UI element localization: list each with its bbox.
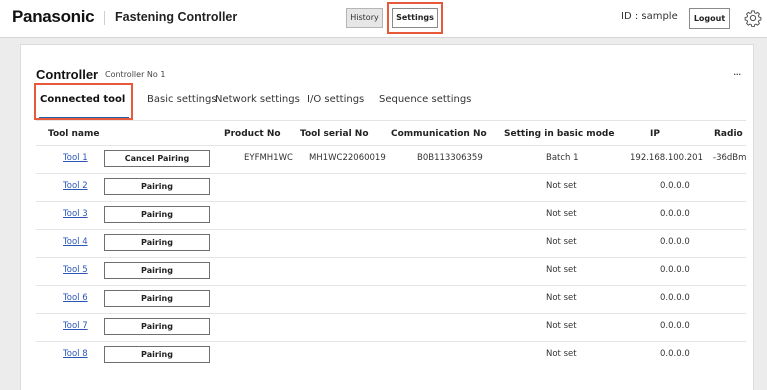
col-ip: IP xyxy=(650,129,660,139)
basic-mode-cell: Batch 1 xyxy=(546,153,579,163)
tool-link[interactable]: Tool 1 xyxy=(63,153,88,163)
ip-cell: 0.0.0.0 xyxy=(660,181,690,191)
pairing-button[interactable]: Pairing xyxy=(104,318,210,335)
tab-network-settings[interactable]: Network settings xyxy=(215,94,300,105)
product-no-cell: EYFMH1WC xyxy=(244,153,293,163)
pairing-button[interactable]: Pairing xyxy=(104,346,210,363)
basic-mode-cell: Not set xyxy=(546,293,577,303)
tab-divider xyxy=(36,120,746,121)
col-tool-name: Tool name xyxy=(48,129,100,139)
table-row: Tool 1 Cancel Pairing EYFMH1WC MH1WC2206001… xyxy=(36,145,746,173)
col-tool-serial-no: Tool serial No xyxy=(300,129,369,139)
table-row: Tool 2 Pairing Not set 0.0.0.0 xyxy=(36,173,746,201)
app-title: Fastening Controller xyxy=(115,10,238,24)
table-row: Tool 5 Pairing Not set 0.0.0.0 xyxy=(36,257,746,285)
ip-cell: 0.0.0.0 xyxy=(660,237,690,247)
controller-subtitle: Controller No 1 xyxy=(105,70,166,79)
controller-title: Controller xyxy=(36,67,99,82)
ip-cell: 0.0.0.0 xyxy=(660,349,690,359)
radio-cell: -36dBm xyxy=(713,153,747,163)
tool-link[interactable]: Tool 4 xyxy=(63,237,88,247)
basic-mode-cell: Not set xyxy=(546,209,577,219)
tool-serial-cell: MH1WC22060019 xyxy=(309,153,386,163)
brand-logo: Panasonic xyxy=(12,7,95,26)
basic-mode-cell: Not set xyxy=(546,321,577,331)
col-setting-basic-mode: Setting in basic mode xyxy=(504,129,615,139)
ip-cell: 0.0.0.0 xyxy=(660,293,690,303)
table-header: Tool name Product No Tool serial No Comm… xyxy=(21,129,755,143)
user-id-label: ID : sample xyxy=(621,11,678,22)
table-row: Tool 8 Pairing Not set 0.0.0.0 xyxy=(36,341,746,369)
basic-mode-cell: Not set xyxy=(546,181,577,191)
pairing-button[interactable]: Pairing xyxy=(104,290,210,307)
table-row: Tool 3 Pairing Not set 0.0.0.0 xyxy=(36,201,746,229)
history-button[interactable]: History xyxy=(346,8,383,28)
tab-io-settings[interactable]: I/O settings xyxy=(307,94,364,105)
tab-highlight-box xyxy=(34,83,133,120)
logout-button[interactable]: Logout xyxy=(689,8,730,29)
tool-link[interactable]: Tool 6 xyxy=(63,293,88,303)
ip-cell: 0.0.0.0 xyxy=(660,265,690,275)
pairing-button[interactable]: Pairing xyxy=(104,234,210,251)
gear-icon[interactable] xyxy=(744,9,762,27)
tab-basic-settings[interactable]: Basic settings xyxy=(147,94,217,105)
tool-link[interactable]: Tool 8 xyxy=(63,349,88,359)
header-divider xyxy=(104,11,105,25)
pairing-button[interactable]: Pairing xyxy=(104,206,210,223)
tool-link[interactable]: Tool 2 xyxy=(63,181,88,191)
col-radio: Radio xyxy=(714,129,743,139)
top-header: Panasonic Fastening Controller History S… xyxy=(0,0,767,38)
pairing-button[interactable]: Pairing xyxy=(104,178,210,195)
controller-card: Controller Controller No 1 ... Connected… xyxy=(20,44,754,390)
col-product-no: Product No xyxy=(224,129,281,139)
tab-sequence-settings[interactable]: Sequence settings xyxy=(379,94,471,105)
communication-no-cell: B0B113306359 xyxy=(417,153,483,163)
table-row: Tool 6 Pairing Not set 0.0.0.0 xyxy=(36,285,746,313)
tool-link[interactable]: Tool 3 xyxy=(63,209,88,219)
table-row: Tool 4 Pairing Not set 0.0.0.0 xyxy=(36,229,746,257)
pairing-button[interactable]: Pairing xyxy=(104,262,210,279)
table-row: Tool 7 Pairing Not set 0.0.0.0 xyxy=(36,313,746,341)
basic-mode-cell: Not set xyxy=(546,349,577,359)
tool-link[interactable]: Tool 7 xyxy=(63,321,88,331)
basic-mode-cell: Not set xyxy=(546,237,577,247)
ip-cell: 192.168.100.201 xyxy=(630,153,704,163)
settings-button[interactable]: Settings xyxy=(392,8,438,28)
pairing-button[interactable]: Cancel Pairing xyxy=(104,150,210,167)
more-options-button[interactable]: ... xyxy=(733,65,741,78)
ip-cell: 0.0.0.0 xyxy=(660,209,690,219)
col-communication-no: Communication No xyxy=(391,129,487,139)
basic-mode-cell: Not set xyxy=(546,265,577,275)
ip-cell: 0.0.0.0 xyxy=(660,321,690,331)
tool-link[interactable]: Tool 5 xyxy=(63,265,88,275)
